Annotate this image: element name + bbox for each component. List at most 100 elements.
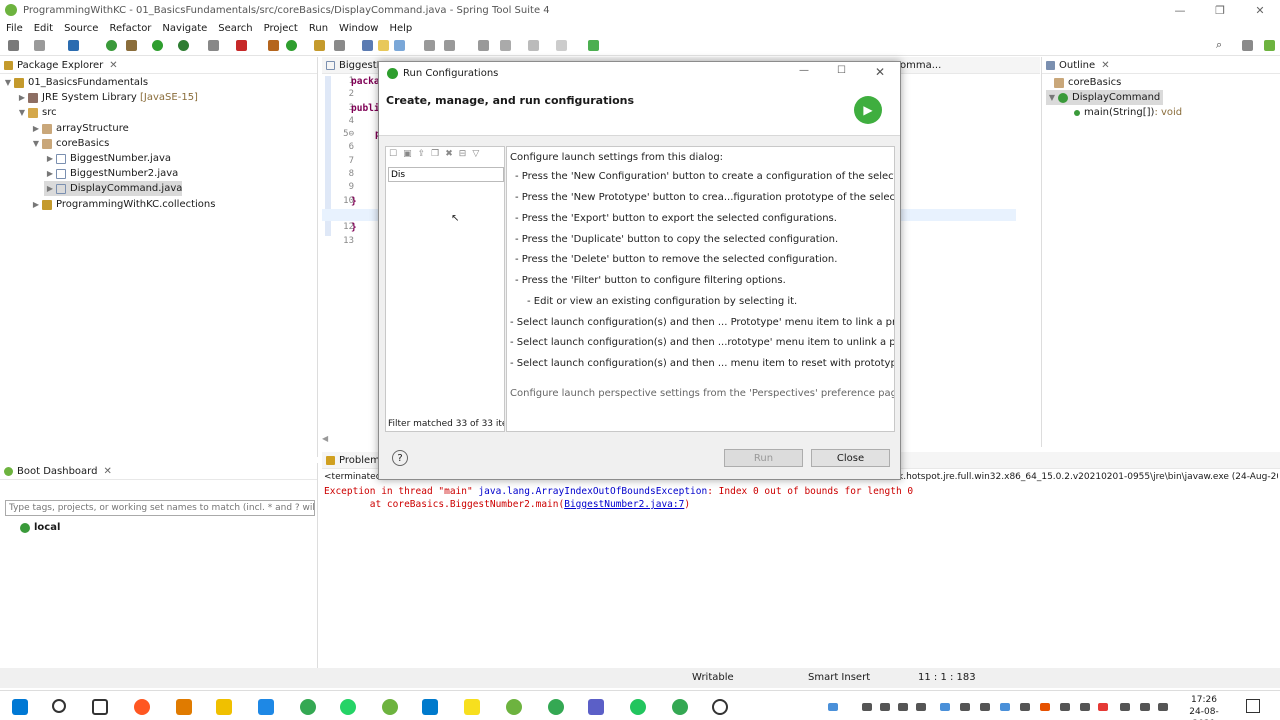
code-editor-icon[interactable] <box>422 699 438 715</box>
tree-item-displaycommand[interactable]: ▶ DisplayCommand.java <box>44 181 183 196</box>
tree-item-collections[interactable]: ▶ ProgrammingWithKC.collections <box>30 197 216 212</box>
close-view-icon[interactable]: ✕ <box>1101 60 1109 71</box>
spring-perspective-icon[interactable] <box>1264 40 1275 51</box>
tray-icon-2[interactable] <box>880 703 890 711</box>
chrome-icon-2[interactable] <box>548 699 564 715</box>
new-java-project-icon[interactable] <box>268 40 279 51</box>
dialog-minimize-icon[interactable]: — <box>799 65 809 76</box>
tray-icon-8[interactable] <box>1000 703 1010 711</box>
coverage-icon[interactable] <box>178 40 189 51</box>
minimize-icon[interactable]: — <box>1160 0 1200 20</box>
menu-refactor[interactable]: Refactor <box>109 23 151 34</box>
tray-icon-9[interactable] <box>1020 703 1030 711</box>
spring-tool-suite-icon[interactable] <box>506 699 522 715</box>
menu-edit[interactable]: Edit <box>34 23 53 34</box>
highlight-icon[interactable] <box>378 40 389 51</box>
tree-item-biggestnumber[interactable]: ▶ BiggestNumber.java <box>44 151 171 166</box>
editor-tab-2[interactable]: omma... <box>900 60 941 71</box>
vscode-icon[interactable] <box>258 699 274 715</box>
tray-icon-12[interactable] <box>1080 703 1090 711</box>
filter-icon[interactable]: ▽ <box>472 149 479 159</box>
duplicate-icon[interactable]: ❐ <box>431 149 439 159</box>
tray-icon-4[interactable] <box>916 703 926 711</box>
outline-item-method[interactable]: main(String[]) : void <box>1074 105 1182 120</box>
obs-icon[interactable] <box>712 699 728 715</box>
external-tools-icon[interactable] <box>236 40 247 51</box>
dialog-maximize-icon[interactable]: ☐ <box>837 65 846 76</box>
collapse-all-icon[interactable]: ⊟ <box>459 149 467 159</box>
forward-icon[interactable] <box>556 40 567 51</box>
tree-item-corebasics[interactable]: ▼ coreBasics <box>30 136 109 151</box>
menu-run[interactable]: Run <box>309 23 328 34</box>
file-explorer-icon[interactable] <box>216 699 232 715</box>
search-tool-icon[interactable] <box>334 40 345 51</box>
toggle-mark-icon[interactable] <box>362 40 373 51</box>
tree-item-src[interactable]: ▼ src <box>16 105 57 120</box>
tree-item-arraystructure[interactable]: ▶ arrayStructure <box>30 121 129 136</box>
new-icon[interactable] <box>8 40 19 51</box>
run-button[interactable]: Run <box>724 449 803 467</box>
clock[interactable]: 17:26 24-08-2021 <box>1178 694 1230 720</box>
close-view-icon[interactable]: ✕ <box>109 60 117 71</box>
menu-navigate[interactable]: Navigate <box>162 23 207 34</box>
spring-boot-icon[interactable] <box>106 40 117 51</box>
tray-icon-5[interactable] <box>940 703 950 711</box>
pilcrow-icon[interactable] <box>424 40 435 51</box>
boot-dashboard-local[interactable]: local <box>20 520 60 535</box>
chrome-icon[interactable] <box>300 699 316 715</box>
help-icon[interactable]: ? <box>392 450 408 466</box>
spring-icon[interactable] <box>382 699 398 715</box>
save-icon[interactable] <box>34 40 45 51</box>
wifi-icon[interactable] <box>1120 703 1130 711</box>
new-prototype-icon[interactable]: ▣ <box>403 149 412 159</box>
close-button[interactable]: Close <box>811 449 890 467</box>
whatsapp-icon[interactable] <box>340 699 356 715</box>
terminal-icon[interactable] <box>68 40 79 51</box>
windows-start-icon[interactable] <box>12 699 28 715</box>
menu-file[interactable]: File <box>6 23 23 34</box>
menu-help[interactable]: Help <box>389 23 412 34</box>
tree-item-biggestnumber2[interactable]: ▶ BiggestNumber2.java <box>44 166 178 181</box>
tray-icon-3[interactable] <box>898 703 908 711</box>
search-taskbar-icon[interactable] <box>52 699 66 713</box>
export-icon[interactable]: ⇪ <box>418 149 426 159</box>
browser-icon[interactable] <box>134 699 150 715</box>
menu-source[interactable]: Source <box>64 23 98 34</box>
task-view-icon[interactable] <box>92 699 108 715</box>
run-icon[interactable] <box>152 40 163 51</box>
app-icon[interactable] <box>176 699 192 715</box>
dialog-close-icon[interactable]: ✕ <box>875 65 885 79</box>
search-icon[interactable]: ⌕ <box>1216 38 1227 51</box>
stacktrace-link[interactable]: BiggestNumber2.java:7 <box>564 499 684 510</box>
chrome-icon-3[interactable] <box>672 699 688 715</box>
close-view-icon[interactable]: ✕ <box>103 466 111 477</box>
tree-item-project[interactable]: ▼ 01_BasicsFundamentals <box>2 75 148 90</box>
tray-icon-10[interactable] <box>1040 703 1050 711</box>
config-filter-input[interactable] <box>388 167 504 182</box>
onedrive-icon[interactable] <box>828 703 838 711</box>
tray-icon-11[interactable] <box>1060 703 1070 711</box>
battery-icon[interactable] <box>1140 703 1150 711</box>
tray-icon-13[interactable] <box>1098 703 1108 711</box>
outline-item-class[interactable]: ▼ DisplayCommand <box>1046 90 1164 105</box>
menu-project[interactable]: Project <box>264 23 298 34</box>
tray-icon-7[interactable] <box>980 703 990 711</box>
pin-editor-icon[interactable] <box>588 40 599 51</box>
tray-icon-6[interactable] <box>960 703 970 711</box>
tree-item-jre[interactable]: ▶ JRE System Library [JavaSE-15] <box>16 90 198 105</box>
maximize-icon[interactable]: ❐ <box>1200 0 1240 20</box>
new-class-icon[interactable] <box>286 40 297 51</box>
tray-icon-1[interactable] <box>862 703 872 711</box>
volume-icon[interactable] <box>1158 703 1168 711</box>
open-type-icon[interactable] <box>314 40 325 51</box>
next-annotation-icon[interactable] <box>444 40 455 51</box>
app-icon-2[interactable] <box>630 699 646 715</box>
new-config-icon[interactable]: ☐ <box>389 149 397 159</box>
stop-icon[interactable] <box>208 40 219 51</box>
outline-item-package[interactable]: coreBasics <box>1054 75 1121 90</box>
notification-icon[interactable] <box>1246 699 1260 713</box>
debug-icon[interactable] <box>126 40 137 51</box>
close-window-icon[interactable]: ✕ <box>1240 0 1280 20</box>
menu-search[interactable]: Search <box>218 23 252 34</box>
teams-icon[interactable] <box>588 699 604 715</box>
